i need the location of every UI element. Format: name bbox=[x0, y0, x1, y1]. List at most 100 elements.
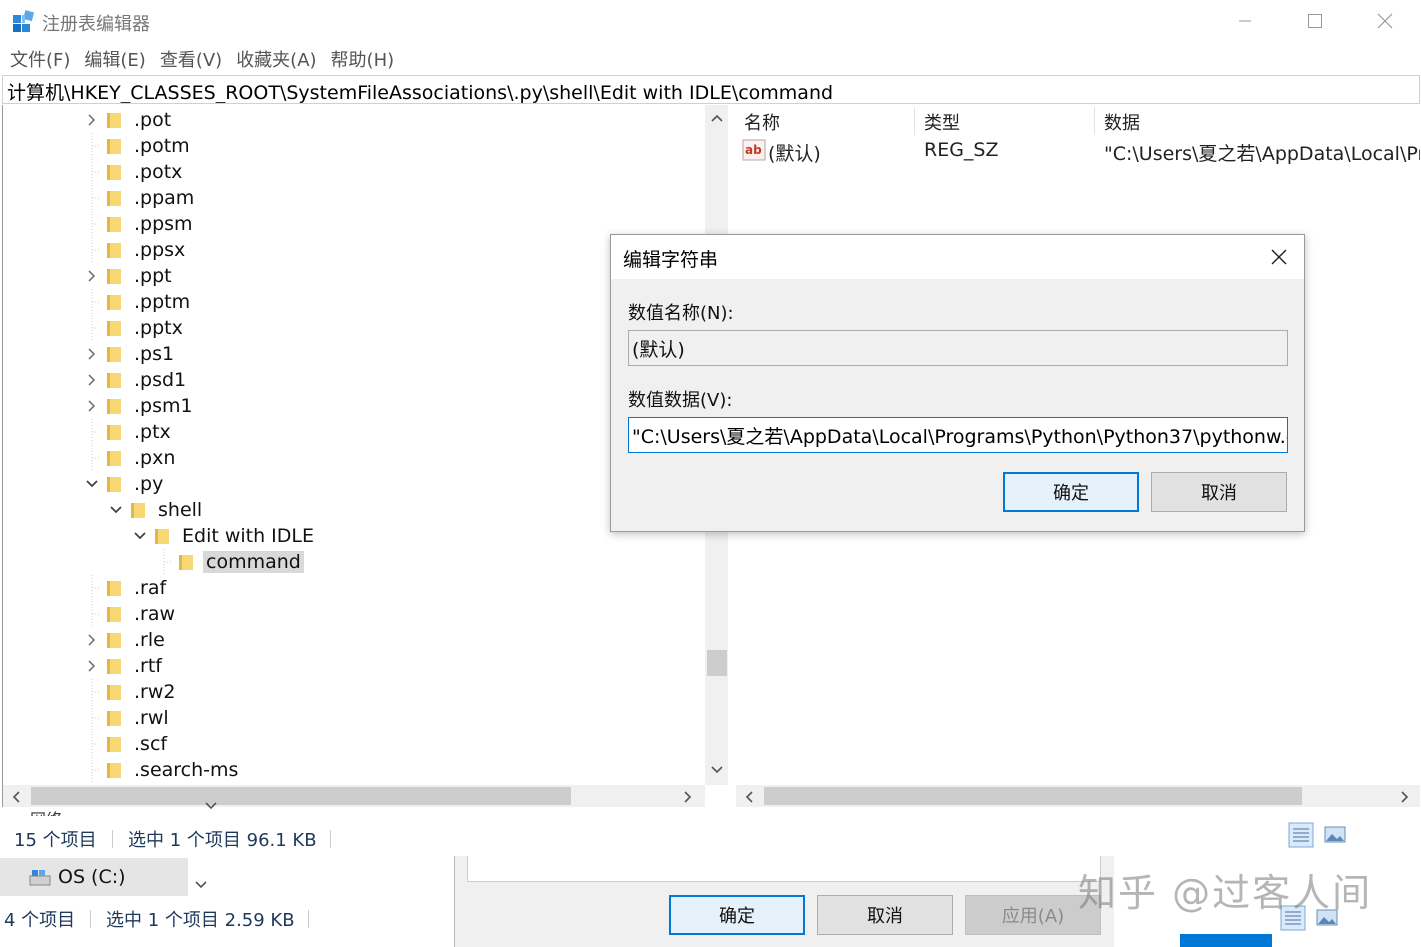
column-divider[interactable] bbox=[914, 107, 915, 135]
tree-item[interactable]: .potx bbox=[83, 159, 185, 185]
tree-item[interactable]: .ppsm bbox=[83, 211, 196, 237]
tree-connector bbox=[155, 549, 173, 575]
large-icons-view-icon[interactable] bbox=[1322, 822, 1348, 848]
chevron-down-icon[interactable] bbox=[83, 471, 101, 497]
tree-item[interactable]: .potm bbox=[83, 133, 193, 159]
folder-icon bbox=[107, 113, 121, 128]
tree-connector bbox=[83, 601, 101, 627]
scroll-left-icon[interactable] bbox=[744, 790, 754, 804]
values-horizontal-scrollbar[interactable] bbox=[736, 785, 1420, 807]
tree-item[interactable]: .raw bbox=[83, 601, 178, 627]
tree-connector bbox=[83, 419, 101, 445]
details-view-icon[interactable] bbox=[1288, 822, 1314, 848]
tree-item-label: .pptm bbox=[134, 291, 191, 313]
tree-item-label: .search-ms bbox=[134, 759, 239, 781]
minimize-button[interactable] bbox=[1222, 4, 1268, 38]
tree-item[interactable]: .raf bbox=[83, 575, 169, 601]
maximize-button[interactable] bbox=[1292, 4, 1338, 38]
chevron-right-icon[interactable] bbox=[83, 367, 101, 393]
tree-item[interactable]: .pptm bbox=[83, 289, 193, 315]
tree-item[interactable]: .pptx bbox=[83, 315, 186, 341]
tree-item[interactable]: .ptx bbox=[83, 419, 174, 445]
values-horizontal-thumb[interactable] bbox=[764, 787, 1302, 805]
value-data-input[interactable]: "C:\Users\夏之若\AppData\Local\Programs\Pyt… bbox=[628, 417, 1288, 453]
scroll-left-icon[interactable] bbox=[11, 790, 21, 804]
network-item[interactable]: 网络 bbox=[30, 806, 62, 816]
ok-button[interactable]: 确定 bbox=[1003, 472, 1139, 512]
menu-edit[interactable]: 编辑(E) bbox=[74, 44, 145, 72]
tree-item[interactable]: .rwl bbox=[83, 705, 172, 731]
tree-item[interactable]: .ppt bbox=[83, 263, 175, 289]
tree-item[interactable]: shell bbox=[107, 497, 205, 523]
tree-item-label: .psd1 bbox=[134, 369, 187, 391]
scroll-up-icon[interactable] bbox=[710, 113, 724, 123]
tree-item[interactable]: Edit with IDLE bbox=[131, 523, 317, 549]
tree-item[interactable]: .py bbox=[83, 471, 166, 497]
address-bar[interactable]: 计算机\HKEY_CLASSES_ROOT\SystemFileAssociat… bbox=[2, 75, 1420, 104]
scroll-down-icon[interactable] bbox=[710, 765, 724, 775]
drive-item-c[interactable]: OS (C:) bbox=[0, 858, 188, 896]
tree-item[interactable]: .ps1 bbox=[83, 341, 177, 367]
chevron-right-icon[interactable] bbox=[83, 393, 101, 419]
chevron-down-icon[interactable] bbox=[107, 497, 125, 523]
item-count: 4 个项目 bbox=[4, 910, 76, 931]
value-name-field[interactable]: (默认) bbox=[628, 330, 1288, 366]
tree-item[interactable]: .pot bbox=[83, 107, 174, 133]
folder-icon bbox=[107, 269, 121, 284]
selection-info: 选中 1 个项目 2.59 KB bbox=[106, 910, 295, 931]
tree-item[interactable]: .psm1 bbox=[83, 393, 196, 419]
status-bar-secondary: 4 个项目 选中 1 个项目 2.59 KB bbox=[0, 898, 454, 938]
tree-item-label: .raw bbox=[134, 603, 176, 625]
chevron-right-icon[interactable] bbox=[83, 653, 101, 679]
folder-icon bbox=[107, 711, 121, 726]
tree-item[interactable]: command bbox=[155, 549, 304, 575]
folder-icon bbox=[107, 139, 121, 154]
chevron-right-icon[interactable] bbox=[83, 107, 101, 133]
dialog-title: 编辑字符串 bbox=[623, 249, 719, 271]
scroll-right-icon[interactable] bbox=[683, 790, 693, 804]
tree-connector bbox=[83, 289, 101, 315]
tree-connector bbox=[83, 679, 101, 705]
column-divider[interactable] bbox=[1094, 107, 1095, 135]
tree-item[interactable]: .ppam bbox=[83, 185, 197, 211]
tree-item-label: .rle bbox=[134, 629, 165, 651]
tree-connector bbox=[83, 705, 101, 731]
tree-horizontal-thumb[interactable] bbox=[31, 787, 571, 805]
primary-button-edge[interactable] bbox=[1180, 934, 1272, 947]
tree-connector bbox=[83, 731, 101, 757]
chevron-down-icon[interactable] bbox=[131, 523, 149, 549]
column-header-type[interactable]: 类型 bbox=[924, 109, 960, 135]
cancel-button[interactable]: 取消 bbox=[817, 895, 953, 935]
ok-button[interactable]: 确定 bbox=[669, 895, 805, 935]
column-header-name[interactable]: 名称 bbox=[744, 109, 780, 135]
chevron-down-icon[interactable] bbox=[192, 876, 210, 894]
cancel-button[interactable]: 取消 bbox=[1151, 472, 1287, 512]
tree-item[interactable]: .ppsx bbox=[83, 237, 188, 263]
column-header-data[interactable]: 数据 bbox=[1104, 109, 1140, 135]
folder-icon bbox=[107, 321, 121, 336]
chevron-right-icon[interactable] bbox=[83, 627, 101, 653]
tree-item[interactable]: .rw2 bbox=[83, 679, 178, 705]
chevron-down-icon[interactable] bbox=[204, 800, 218, 812]
close-button[interactable] bbox=[1362, 4, 1408, 38]
tree-item[interactable]: .rtf bbox=[83, 653, 165, 679]
tree-item[interactable]: .rle bbox=[83, 627, 168, 653]
tree-horizontal-scrollbar[interactable] bbox=[3, 785, 705, 807]
tree-item[interactable]: .pxn bbox=[83, 445, 178, 471]
tree-item-label: .potm bbox=[134, 135, 190, 157]
chevron-right-icon[interactable] bbox=[83, 263, 101, 289]
menu-help[interactable]: 帮助(H) bbox=[321, 44, 395, 72]
tree-item-label: .pptx bbox=[134, 317, 183, 339]
scroll-right-icon[interactable] bbox=[1400, 790, 1410, 804]
tree-item[interactable]: .psd1 bbox=[83, 367, 189, 393]
menu-file[interactable]: 文件(F) bbox=[0, 44, 70, 72]
tree-item[interactable]: .search-ms bbox=[83, 757, 241, 783]
close-icon[interactable] bbox=[1269, 247, 1289, 267]
status-divider bbox=[112, 830, 113, 848]
tree-vertical-thumb[interactable] bbox=[707, 650, 727, 676]
menu-view[interactable]: 查看(V) bbox=[150, 44, 222, 72]
tree-item-label: .raf bbox=[134, 577, 167, 599]
menu-favorites[interactable]: 收藏夹(A) bbox=[226, 44, 316, 72]
tree-item[interactable]: .scf bbox=[83, 731, 170, 757]
chevron-right-icon[interactable] bbox=[83, 341, 101, 367]
